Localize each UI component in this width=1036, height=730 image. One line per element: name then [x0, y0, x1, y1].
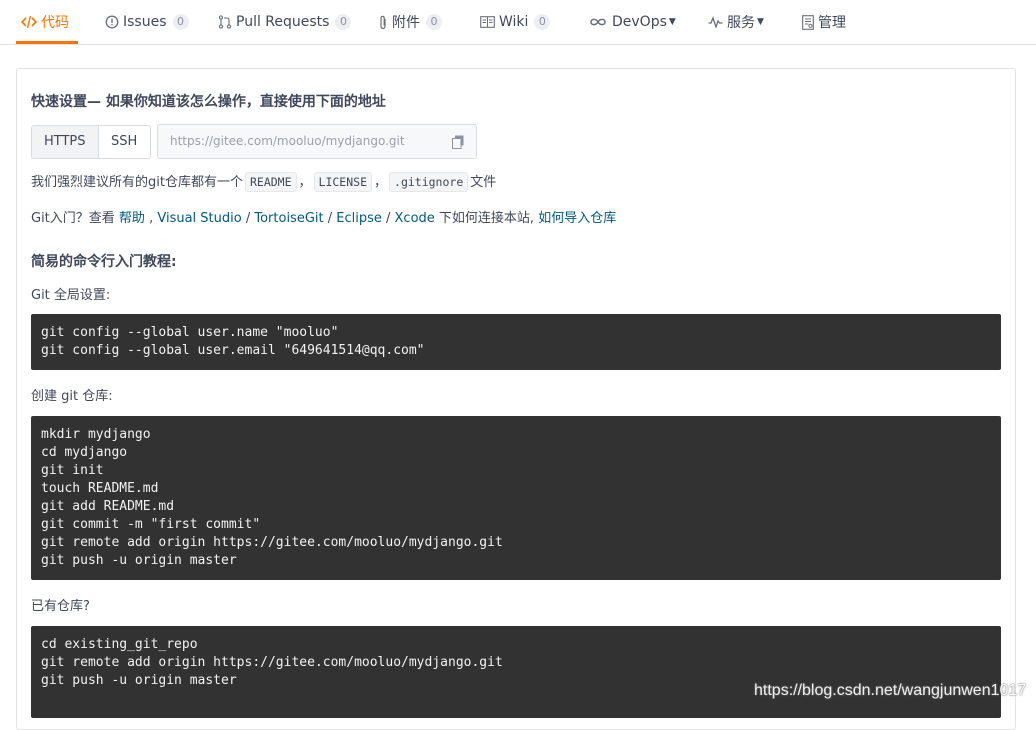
quick-setup-panel: 快速设置— 如果你知道该怎么操作，直接使用下面的地址 HTTPS SSH htt…: [16, 68, 1016, 730]
create-repo-code: mkdir mydjango cd mydjango git init touc…: [31, 416, 1001, 580]
global-settings-code: git config --global user.name "mooluo" g…: [31, 314, 1001, 370]
code-line: git config --global user.email "64964151…: [41, 343, 425, 358]
quick-setup-title: 快速设置— 如果你知道该怎么操作，直接使用下面的地址: [31, 94, 386, 110]
gitignore-tag: .gitignore: [389, 172, 469, 192]
watermark-text: https://blog.csdn.net/wangjunwen1017: [754, 682, 1027, 699]
active-tab-indicator: [16, 41, 78, 44]
count-badge: 0: [335, 14, 352, 30]
help-link[interactable]: 帮助: [119, 211, 145, 226]
tab-label: 管理: [818, 15, 846, 31]
tab-issues[interactable]: Issues 0: [105, 0, 189, 44]
code-line: git push -u origin master: [41, 553, 237, 568]
clone-url-text: https://gitee.com/mooluo/mydjango.git: [170, 134, 405, 148]
tortoisegit-link[interactable]: TortoiseGit: [254, 211, 323, 226]
https-button[interactable]: HTTPS: [32, 126, 99, 158]
tab-label: Pull Requests: [236, 14, 330, 30]
code-line: mkdir mydjango: [41, 427, 151, 442]
caret-down-icon: ▼: [668, 17, 676, 27]
tab-services[interactable]: 服务 ▼: [708, 0, 764, 44]
help-prefix: Git入门？查看: [31, 211, 119, 226]
tab-label: 附件: [392, 15, 420, 31]
code-line: git remote add origin https://gitee.com/…: [41, 535, 503, 550]
tab-attachments[interactable]: 附件 0: [378, 0, 442, 44]
code-line: git remote add origin https://gitee.com/…: [41, 655, 503, 670]
issue-icon: [105, 15, 119, 29]
code-line: git init: [41, 463, 104, 478]
manage-icon: [802, 14, 814, 30]
ssh-button[interactable]: SSH: [99, 126, 150, 158]
existing-repo-code: cd existing_git_repo git remote add orig…: [31, 626, 1001, 718]
tab-pull-requests[interactable]: Pull Requests 0: [218, 0, 352, 44]
count-badge: 0: [426, 14, 442, 30]
comma: ，: [374, 175, 388, 190]
tab-label: 代码: [41, 15, 69, 31]
caret-down-icon: ▼: [757, 17, 764, 27]
tab-label: DevOps: [612, 14, 667, 30]
copy-icon[interactable]: [452, 134, 464, 153]
existing-repo-label: 已有仓库?: [31, 599, 90, 614]
code-line: git config --global user.name "mooluo": [41, 325, 339, 340]
code-line: cd mydjango: [41, 445, 128, 460]
clone-url-field[interactable]: https://gitee.com/mooluo/mydjango.git: [157, 124, 477, 159]
help-line: Git入门？查看 帮助 , Visual Studio / TortoiseGi…: [31, 211, 617, 226]
license-tag: LICENSE: [313, 172, 372, 192]
recommend-prefix: 我们强烈建议所有的git仓库都有一个: [31, 175, 243, 190]
readme-tag: README: [244, 172, 297, 192]
code-line: git commit -m "first commit": [41, 517, 261, 532]
code-icon: [21, 15, 37, 29]
help-middle: 下如何连接本站,: [434, 211, 539, 226]
attachment-icon: [378, 15, 388, 30]
wiki-icon: [480, 16, 495, 28]
count-badge: 0: [172, 14, 189, 30]
tab-code[interactable]: 代码: [21, 0, 69, 44]
global-settings-label: Git 全局设置:: [31, 288, 111, 303]
tab-label: Issues: [123, 14, 167, 30]
eclipse-link[interactable]: Eclipse: [336, 211, 382, 226]
tab-wiki[interactable]: Wiki 0: [480, 0, 551, 44]
protocol-switch: HTTPS SSH: [31, 125, 151, 159]
count-badge: 0: [534, 14, 551, 30]
create-repo-label: 创建 git 仓库:: [31, 389, 113, 404]
import-repo-link[interactable]: 如何导入仓库: [538, 211, 616, 226]
tab-label: 服务: [727, 15, 755, 31]
tab-manage[interactable]: 管理: [802, 0, 846, 44]
code-line: cd existing_git_repo: [41, 637, 198, 652]
recommend-line: 我们强烈建议所有的git仓库都有一个 README， LICENSE， .gitign…: [31, 171, 496, 192]
visual-studio-link[interactable]: Visual Studio: [157, 211, 241, 226]
tab-devops[interactable]: DevOps ▼: [588, 0, 676, 44]
code-line: touch README.md: [41, 481, 159, 496]
tutorial-title: 简易的命令行入门教程:: [31, 254, 177, 270]
infinity-icon: [588, 17, 608, 27]
xcode-link[interactable]: Xcode: [395, 211, 435, 226]
pull-request-icon: [218, 15, 232, 29]
recommend-suffix: 文件: [470, 175, 497, 190]
repo-nav-tabs: 代码 Issues 0 Pull Requests 0 附件 0 Wiki 0 …: [0, 0, 1036, 45]
pulse-icon: [708, 16, 723, 28]
comma: ，: [298, 175, 312, 190]
code-line: git add README.md: [41, 499, 175, 514]
tab-label: Wiki: [499, 14, 529, 30]
